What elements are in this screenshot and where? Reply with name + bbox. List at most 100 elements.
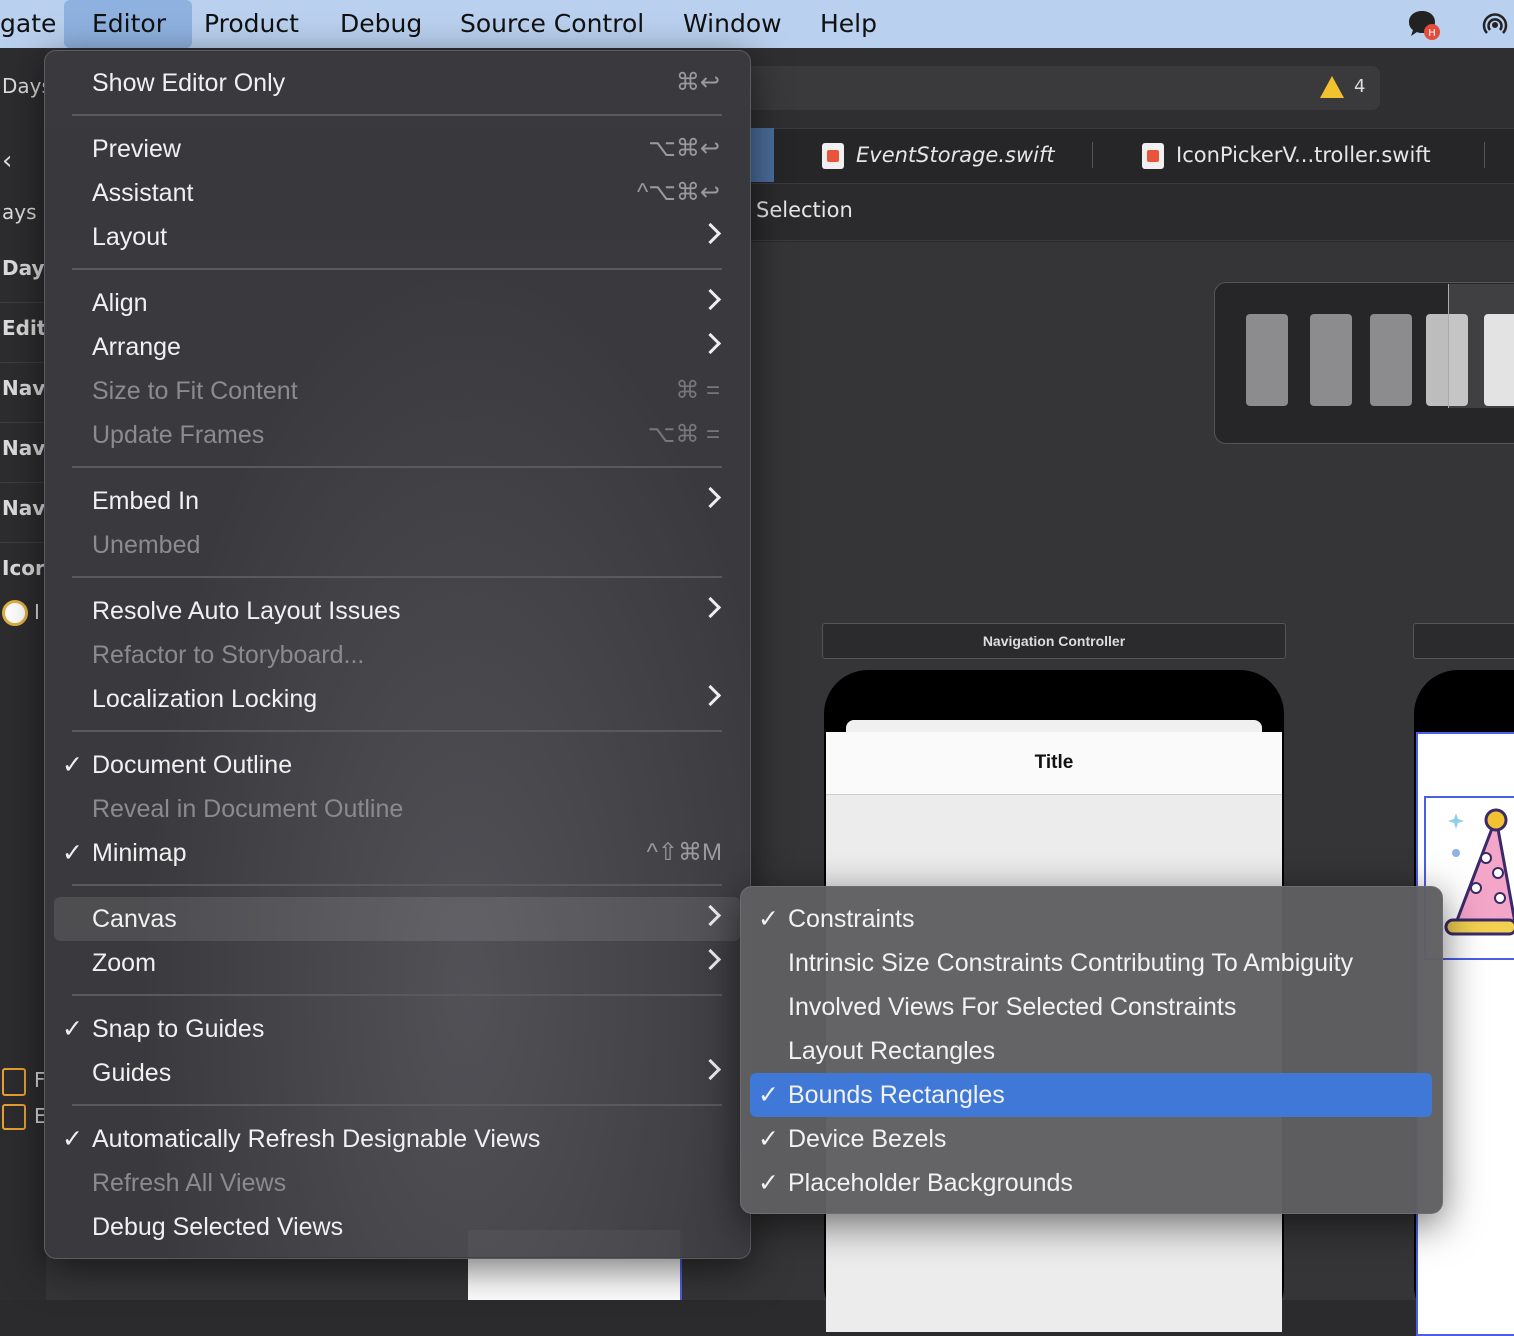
tab-event-storage[interactable]: EventStorage.swift	[822, 128, 1055, 182]
checkmark-icon: ✓	[62, 751, 83, 779]
menu-bar: gate Editor Product Debug Source Control…	[0, 0, 1514, 48]
menu-item-update-frames: Update Frames ⌥⌘ =	[54, 413, 740, 457]
menu-item-shortcut: ⌘↩	[675, 69, 720, 96]
menu-help[interactable]: Help	[820, 0, 877, 48]
tab-label: EventStorage.swift	[856, 143, 1055, 167]
checkmark-icon: ✓	[758, 1169, 779, 1197]
menu-item-refactor-to-storyboard: Refactor to Storyboard...	[54, 633, 740, 677]
menu-item-label: Canvas	[92, 905, 177, 933]
active-tab[interactable]	[748, 128, 774, 182]
warning-count: 4	[1354, 76, 1366, 97]
exit-icon	[2, 1104, 26, 1130]
sidebar-label[interactable]: Nav	[2, 376, 46, 400]
menu-item-embed-in[interactable]: Embed In	[54, 479, 740, 523]
menu-item-resolve-auto-layout-issues[interactable]: Resolve Auto Layout Issues	[54, 589, 740, 633]
menu-item-label: Update Frames	[92, 421, 265, 449]
menu-item-label: Arrange	[92, 333, 181, 361]
submenu-item-layout-rectangles[interactable]: Layout Rectangles	[750, 1029, 1432, 1073]
menu-item-label: Snap to Guides	[92, 1015, 265, 1043]
menu-item-debug-selected-views[interactable]: Debug Selected Views	[54, 1205, 740, 1249]
menu-item-label: Document Outline	[92, 751, 293, 779]
menu-item-label: Size to Fit Content	[92, 377, 298, 405]
minimap-viewport[interactable]	[1448, 284, 1514, 408]
menu-source-control[interactable]: Source Control	[460, 0, 644, 48]
checkmark-icon: ✓	[758, 1081, 779, 1109]
sidebar-label[interactable]: Day	[2, 256, 46, 280]
chevron-right-icon	[699, 332, 722, 355]
sidebar-label[interactable]: Edit	[2, 316, 46, 340]
warning-icon	[1320, 76, 1344, 98]
sidebar-label[interactable]: Nav	[2, 496, 46, 520]
menu-item-label: Zoom	[92, 949, 156, 977]
checkmark-icon: ✓	[62, 1015, 83, 1043]
menu-editor[interactable]: Editor	[64, 0, 192, 48]
menu-item-refresh-all-views: Refresh All Views	[54, 1161, 740, 1205]
back-icon[interactable]: ‹	[2, 146, 46, 176]
chevron-right-icon	[699, 486, 722, 509]
menu-item-label: Constraints	[788, 905, 915, 933]
activity-view	[700, 66, 1380, 110]
minimap-scene	[1310, 314, 1352, 406]
menu-item-document-outline[interactable]: ✓ Document Outline	[54, 743, 740, 787]
scene-title-bar[interactable]	[1413, 623, 1514, 659]
menu-item-shortcut: ⌥⌘↩	[648, 135, 720, 162]
chevron-right-icon	[699, 948, 722, 971]
menu-item-auto-refresh-designable-views[interactable]: ✓ Automatically Refresh Designable Views	[54, 1117, 740, 1161]
menu-item-label: Bounds Rectangles	[788, 1081, 1005, 1109]
menu-item-label: Refactor to Storyboard...	[92, 641, 365, 669]
menu-item-label: Intrinsic Size Constraints Contributing …	[788, 949, 1354, 977]
scene-title-bar[interactable]: Navigation Controller	[822, 623, 1286, 659]
menu-item-label: Debug Selected Views	[92, 1213, 344, 1241]
menu-item-shortcut: ^⇧⌘M	[646, 839, 722, 866]
menu-debug[interactable]: Debug	[340, 0, 422, 48]
chat-notification-icon[interactable]: H	[1406, 8, 1440, 42]
menu-item-localization-locking[interactable]: Localization Locking	[54, 677, 740, 721]
checkmark-icon: ✓	[62, 1125, 83, 1153]
submenu-item-constraints[interactable]: ✓ Constraints	[750, 897, 1432, 941]
menu-item-snap-to-guides[interactable]: ✓ Snap to Guides	[54, 1007, 740, 1051]
jump-bar-selection[interactable]: Selection	[756, 198, 853, 222]
svg-text:H: H	[1428, 28, 1436, 39]
warning-indicator[interactable]: 4	[1320, 76, 1365, 98]
menu-item-label: Involved Views For Selected Constraints	[788, 993, 1237, 1021]
menu-item-canvas[interactable]: Canvas	[54, 897, 740, 941]
submenu-item-placeholder-backgrounds[interactable]: ✓ Placeholder Backgrounds	[750, 1161, 1432, 1205]
swift-file-icon	[1142, 143, 1164, 169]
tab-icon-picker[interactable]: IconPickerV...troller.swift	[1142, 128, 1431, 182]
menu-navigate[interactable]: gate	[0, 0, 56, 48]
menu-item-label: Preview	[92, 135, 181, 163]
menu-item-label: Resolve Auto Layout Issues	[92, 597, 401, 625]
menu-item-label: Assistant	[92, 179, 194, 207]
sidebar-label[interactable]: Icor	[2, 556, 46, 580]
menu-item-label: Refresh All Views	[92, 1169, 287, 1197]
menu-item-label: Automatically Refresh Designable Views	[92, 1125, 541, 1153]
cube-icon	[2, 1068, 26, 1096]
menu-item-align[interactable]: Align	[54, 281, 740, 325]
menu-item-size-to-fit-content: Size to Fit Content ⌘ =	[54, 369, 740, 413]
menu-window[interactable]: Window	[683, 0, 782, 48]
navigation-bar-title[interactable]: Title	[826, 732, 1282, 795]
chevron-right-icon	[699, 904, 722, 927]
submenu-item-intrinsic-size-constraints[interactable]: Intrinsic Size Constraints Contributing …	[750, 941, 1432, 985]
menu-item-layout[interactable]: Layout	[54, 215, 740, 259]
menu-item-shortcut: ⌥⌘ =	[647, 421, 720, 448]
submenu-item-involved-views[interactable]: Involved Views For Selected Constraints	[750, 985, 1432, 1029]
menu-item-minimap[interactable]: ✓ Minimap ^⇧⌘M	[54, 831, 740, 875]
menu-item-label: Device Bezels	[788, 1125, 947, 1153]
menu-product[interactable]: Product	[204, 0, 299, 48]
chevron-right-icon	[699, 1058, 722, 1081]
submenu-item-device-bezels[interactable]: ✓ Device Bezels	[750, 1117, 1432, 1161]
swift-file-icon	[822, 143, 844, 169]
checkmark-icon: ✓	[62, 839, 83, 867]
menu-item-label: Reveal in Document Outline	[92, 795, 404, 823]
sidebar-label[interactable]: Nav	[2, 436, 46, 460]
menu-item-show-editor-only[interactable]: Show Editor Only ⌘↩	[54, 61, 740, 105]
submenu-item-bounds-rectangles[interactable]: ✓ Bounds Rectangles	[750, 1073, 1432, 1117]
menu-item-label: Layout	[92, 223, 168, 251]
menu-item-zoom[interactable]: Zoom	[54, 941, 740, 985]
menu-item-guides[interactable]: Guides	[54, 1051, 740, 1095]
menu-item-arrange[interactable]: Arrange	[54, 325, 740, 369]
airdrop-icon[interactable]	[1478, 8, 1512, 42]
menu-item-assistant[interactable]: Assistant ^⌥⌘↩	[54, 171, 740, 215]
menu-item-preview[interactable]: Preview ⌥⌘↩	[54, 127, 740, 171]
